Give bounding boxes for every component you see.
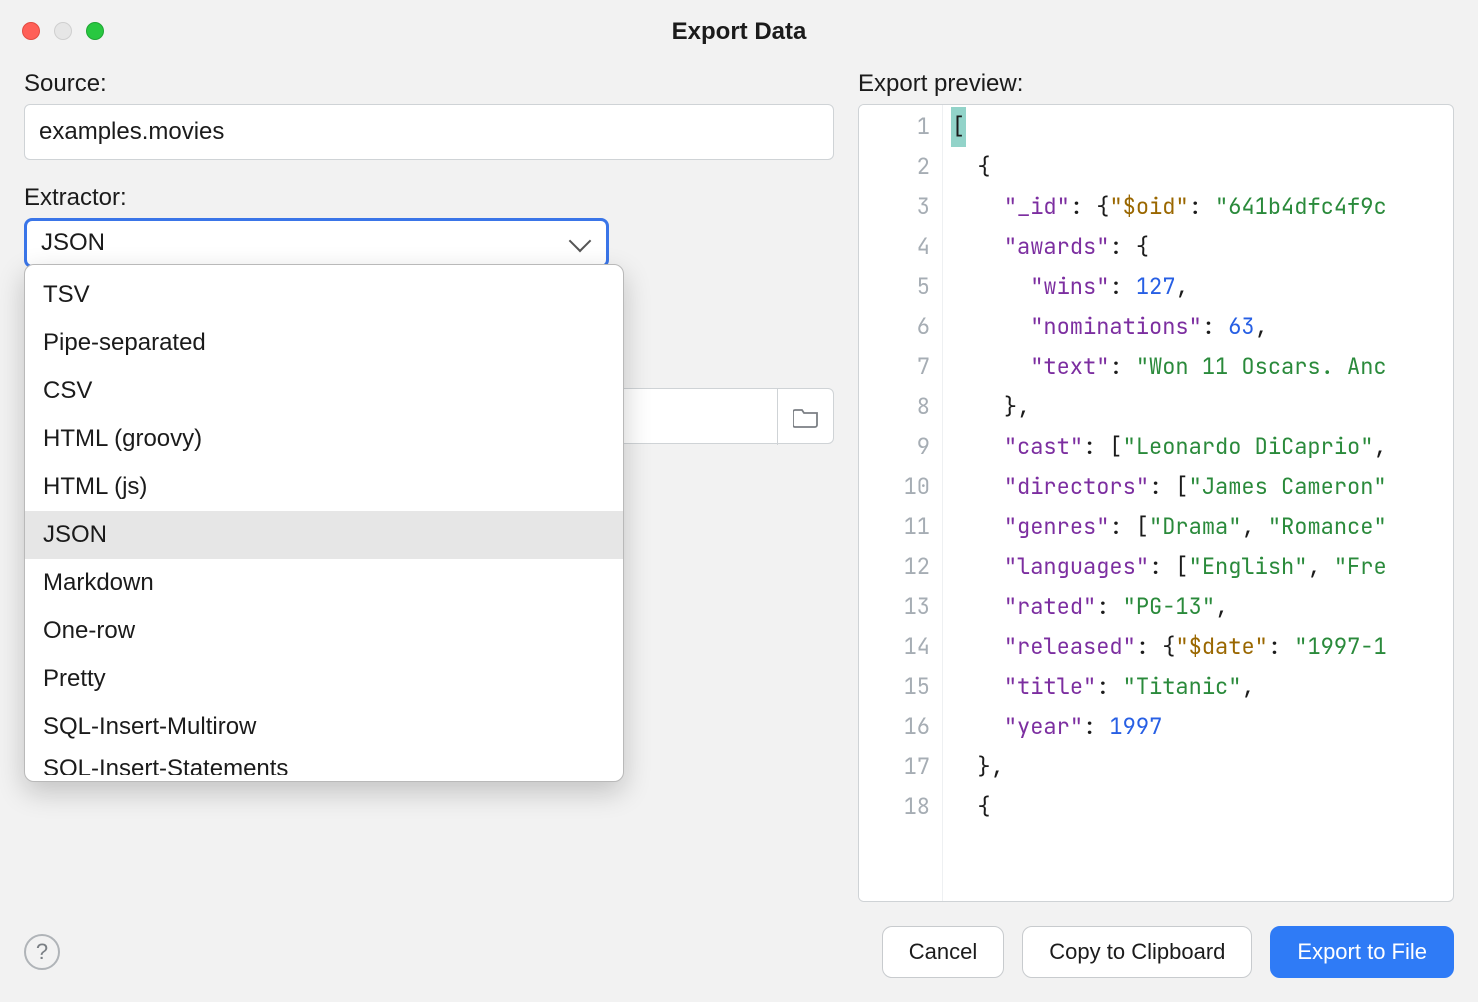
extractor-option[interactable]: HTML (groovy): [25, 415, 623, 463]
extractor-select[interactable]: JSON: [24, 218, 609, 268]
code-line: "nominations": 63,: [943, 307, 1453, 347]
code-line: "year": 1997: [943, 707, 1453, 747]
extractor-option[interactable]: JSON: [25, 511, 623, 559]
code-line: {: [943, 147, 1453, 187]
code-line: "text": "Won 11 Oscars. Anc: [943, 347, 1453, 387]
gutter-line-number: 1: [859, 107, 930, 147]
gutter-line-number: 17: [859, 747, 930, 787]
source-value: examples.movies: [39, 118, 819, 146]
gutter-line-number: 3: [859, 187, 930, 227]
gutter-line-number: 16: [859, 707, 930, 747]
extractor-option[interactable]: One-row: [25, 607, 623, 655]
gutter-line-number: 14: [859, 627, 930, 667]
gutter-line-number: 12: [859, 547, 930, 587]
gutter-line-number: 11: [859, 507, 930, 547]
code-line: },: [943, 387, 1453, 427]
export-to-file-button[interactable]: Export to File: [1270, 926, 1454, 978]
cancel-button[interactable]: Cancel: [882, 926, 1004, 978]
copy-to-clipboard-button[interactable]: Copy to Clipboard: [1022, 926, 1252, 978]
code-line: "released": {"$date": "1997-1: [943, 627, 1453, 667]
gutter-line-number: 5: [859, 267, 930, 307]
gutter-line-number: 15: [859, 667, 930, 707]
code-line: "title": "Titanic",: [943, 667, 1453, 707]
browse-folder-button[interactable]: [777, 389, 833, 445]
code-line: {: [943, 787, 1453, 827]
extractor-dropdown[interactable]: TSVPipe-separatedCSVHTML (groovy)HTML (j…: [24, 264, 624, 782]
window-title: Export Data: [0, 18, 1478, 46]
extractor-option[interactable]: HTML (js): [25, 463, 623, 511]
export-data-dialog: Export Data Source: examples.movies Extr…: [0, 0, 1478, 1002]
code-line: "rated": "PG-13",: [943, 587, 1453, 627]
code-line: "languages": ["English", "Fre: [943, 547, 1453, 587]
extractor-option[interactable]: Pretty: [25, 655, 623, 703]
gutter-line-number: 7: [859, 347, 930, 387]
extractor-option[interactable]: SQL-Insert-Multirow: [25, 703, 623, 751]
extractor-label: Extractor:: [24, 184, 834, 212]
code-line: "wins": 127,: [943, 267, 1453, 307]
source-label: Source:: [24, 70, 834, 98]
preview-label: Export preview:: [858, 70, 1454, 98]
gutter-line-number: 10: [859, 467, 930, 507]
gutter-line-number: 6: [859, 307, 930, 347]
extractor-option[interactable]: CSV: [25, 367, 623, 415]
preview-gutter: 123456789101112131415161718: [859, 105, 943, 901]
gutter-line-number: 9: [859, 427, 930, 467]
source-input[interactable]: examples.movies: [24, 104, 834, 160]
extractor-option[interactable]: SQL-Insert-Statements: [25, 751, 623, 775]
code-line: "_id": {"$oid": "641b4dfc4f9c: [943, 187, 1453, 227]
help-button[interactable]: ?: [24, 934, 60, 970]
folder-icon: [793, 406, 819, 428]
help-icon: ?: [36, 939, 48, 965]
extractor-selected-value: JSON: [41, 229, 105, 257]
code-line: "directors": ["James Cameron": [943, 467, 1453, 507]
preview-code[interactable]: [ { "_id": {"$oid": "641b4dfc4f9c "award…: [943, 105, 1453, 901]
code-line: "genres": ["Drama", "Romance": [943, 507, 1453, 547]
code-line: "cast": ["Leonardo DiCaprio",: [943, 427, 1453, 467]
extractor-option[interactable]: Markdown: [25, 559, 623, 607]
code-line: "awards": {: [943, 227, 1453, 267]
gutter-line-number: 4: [859, 227, 930, 267]
gutter-line-number: 18: [859, 787, 930, 827]
gutter-line-number: 13: [859, 587, 930, 627]
gutter-line-number: 8: [859, 387, 930, 427]
extractor-option[interactable]: Pipe-separated: [25, 319, 623, 367]
chevron-down-icon: [569, 230, 592, 253]
extractor-option[interactable]: TSV: [25, 271, 623, 319]
code-line: },: [943, 747, 1453, 787]
export-preview: 123456789101112131415161718 [ { "_id": {…: [858, 104, 1454, 902]
gutter-line-number: 2: [859, 147, 930, 187]
code-line: [: [943, 107, 1453, 147]
